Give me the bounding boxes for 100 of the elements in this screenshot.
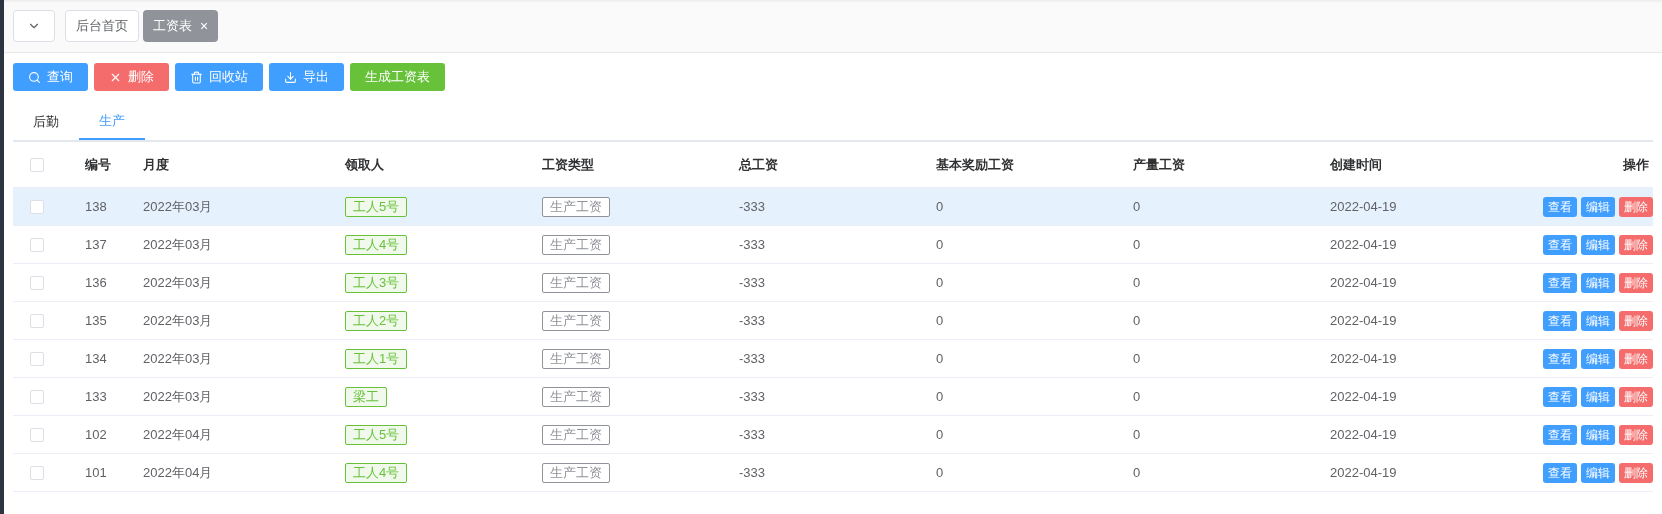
row-action-button[interactable]: 删除 bbox=[1619, 462, 1653, 483]
column-header: 产量工资 bbox=[1133, 156, 1185, 172]
row-checkbox[interactable] bbox=[30, 199, 44, 214]
table-cell: -333 bbox=[739, 350, 766, 366]
row-action-button[interactable]: 编辑 bbox=[1581, 196, 1615, 217]
worker-tag: 工人5号 bbox=[345, 424, 408, 445]
table-cell: 136 bbox=[85, 274, 107, 290]
table-cell: -333 bbox=[739, 312, 766, 328]
row-checkbox[interactable] bbox=[30, 313, 44, 328]
table-cell: 2022-04-19 bbox=[1330, 312, 1397, 328]
row-action-button[interactable]: 查看 bbox=[1543, 386, 1577, 407]
row-action-button[interactable]: 编辑 bbox=[1581, 386, 1615, 407]
toolbar-button[interactable]: 删除 bbox=[94, 63, 169, 91]
page-tab[interactable]: 工资表 × bbox=[143, 10, 219, 42]
tab-label: 工资表 bbox=[153, 17, 192, 36]
column-header: 月度 bbox=[143, 156, 169, 172]
type-tag: 生产工资 bbox=[542, 348, 610, 369]
tab[interactable]: 生产 bbox=[79, 104, 145, 140]
table-cell: 2022年03月 bbox=[143, 198, 213, 214]
table-cell: 0 bbox=[936, 388, 944, 404]
worker-tag: 工人1号 bbox=[345, 348, 408, 369]
row-action-button[interactable]: 查看 bbox=[1543, 234, 1577, 255]
row-action-button[interactable]: 查看 bbox=[1543, 272, 1577, 293]
table-cell: 0 bbox=[1133, 426, 1141, 442]
row-action-button[interactable]: 查看 bbox=[1543, 310, 1577, 331]
row-action-button[interactable]: 编辑 bbox=[1581, 310, 1615, 331]
tab-label: 后台首页 bbox=[76, 17, 128, 36]
toolbar-button[interactable]: 生成工资表 bbox=[350, 63, 445, 91]
row-action-button[interactable]: 查看 bbox=[1543, 348, 1577, 369]
row-action-button[interactable]: 查看 bbox=[1543, 424, 1577, 445]
type-tag: 生产工资 bbox=[542, 234, 610, 255]
row-action-button[interactable]: 查看 bbox=[1543, 462, 1577, 483]
table-cell: 138 bbox=[85, 198, 107, 214]
row-action-button[interactable]: 编辑 bbox=[1581, 272, 1615, 293]
table-cell: 2022年03月 bbox=[143, 274, 213, 290]
worker-tag: 工人4号 bbox=[345, 234, 408, 255]
table-cell: 0 bbox=[1133, 274, 1141, 290]
table-cell: -333 bbox=[739, 426, 766, 442]
column-header: 领取人 bbox=[345, 156, 384, 172]
table-cell: 2022年04月 bbox=[143, 464, 213, 480]
table-cell: 0 bbox=[1133, 388, 1141, 404]
toolbar-button[interactable]: 导出 bbox=[269, 63, 344, 91]
row-checkbox[interactable] bbox=[30, 389, 44, 404]
column-header: 工资类型 bbox=[542, 156, 594, 172]
table-cell: -333 bbox=[739, 464, 766, 480]
download-icon bbox=[284, 70, 297, 84]
dropdown-button[interactable] bbox=[13, 10, 55, 42]
table-cell: 2022-04-19 bbox=[1330, 236, 1397, 252]
row-checkbox[interactable] bbox=[30, 465, 44, 480]
table-cell: 2022-04-19 bbox=[1330, 274, 1397, 290]
table-cell: 0 bbox=[1133, 198, 1141, 214]
row-action-button[interactable]: 删除 bbox=[1619, 272, 1653, 293]
type-tag: 生产工资 bbox=[542, 424, 610, 445]
row-action-button[interactable]: 删除 bbox=[1619, 424, 1653, 445]
table-cell: 2022-04-19 bbox=[1330, 464, 1397, 480]
table-cell: 0 bbox=[1133, 236, 1141, 252]
row-action-button[interactable]: 编辑 bbox=[1581, 424, 1615, 445]
row-checkbox[interactable] bbox=[30, 351, 44, 366]
table-cell: 134 bbox=[85, 350, 107, 366]
table-cell: 2022年03月 bbox=[143, 312, 213, 328]
worker-tag: 梁工 bbox=[345, 386, 387, 407]
type-tag: 生产工资 bbox=[542, 272, 610, 293]
table-cell: 137 bbox=[85, 236, 107, 252]
type-tag: 生产工资 bbox=[542, 310, 610, 331]
worker-tag: 工人2号 bbox=[345, 310, 408, 331]
row-action-button[interactable]: 删除 bbox=[1619, 310, 1653, 331]
table-cell: 2022-04-19 bbox=[1330, 388, 1397, 404]
table-cell: 0 bbox=[936, 236, 944, 252]
table-cell: 0 bbox=[936, 198, 944, 214]
table-cell: -333 bbox=[739, 198, 766, 214]
table-cell: 0 bbox=[1133, 464, 1141, 480]
table-row[interactable]: 138 2022年03月 工人5号 生产工资 -333 0 0 2022-04-19 查看 编辑 删除 bbox=[13, 188, 1653, 226]
table-cell: 2022-04-19 bbox=[1330, 350, 1397, 366]
table-cell: 0 bbox=[936, 350, 944, 366]
toolbar-button[interactable]: 回收站 bbox=[175, 63, 263, 91]
type-tag: 生产工资 bbox=[542, 196, 610, 217]
row-action-button[interactable]: 编辑 bbox=[1581, 348, 1615, 369]
row-checkbox[interactable] bbox=[30, 275, 44, 290]
select-all-checkbox[interactable] bbox=[30, 157, 44, 172]
search-icon bbox=[28, 70, 41, 84]
row-action-button[interactable]: 删除 bbox=[1619, 348, 1653, 369]
row-action-button[interactable]: 删除 bbox=[1619, 196, 1653, 217]
row-action-button[interactable]: 编辑 bbox=[1581, 462, 1615, 483]
table-cell: -333 bbox=[739, 388, 766, 404]
table-cell: 135 bbox=[85, 312, 107, 328]
table-cell: -333 bbox=[739, 236, 766, 252]
row-action-button[interactable]: 删除 bbox=[1619, 386, 1653, 407]
row-action-button[interactable]: 删除 bbox=[1619, 234, 1653, 255]
column-header: 创建时间 bbox=[1330, 156, 1382, 172]
trash-icon bbox=[190, 70, 203, 84]
toolbar-button[interactable]: 查询 bbox=[13, 63, 88, 91]
row-action-button[interactable]: 编辑 bbox=[1581, 234, 1615, 255]
row-checkbox[interactable] bbox=[30, 237, 44, 252]
worker-tag: 工人3号 bbox=[345, 272, 408, 293]
row-action-button[interactable]: 查看 bbox=[1543, 196, 1577, 217]
row-checkbox[interactable] bbox=[30, 427, 44, 442]
tab[interactable]: 后勤 bbox=[13, 104, 79, 140]
close-icon[interactable]: × bbox=[200, 19, 209, 33]
page-tab[interactable]: 后台首页 bbox=[65, 10, 139, 42]
table-cell: 0 bbox=[1133, 312, 1141, 328]
